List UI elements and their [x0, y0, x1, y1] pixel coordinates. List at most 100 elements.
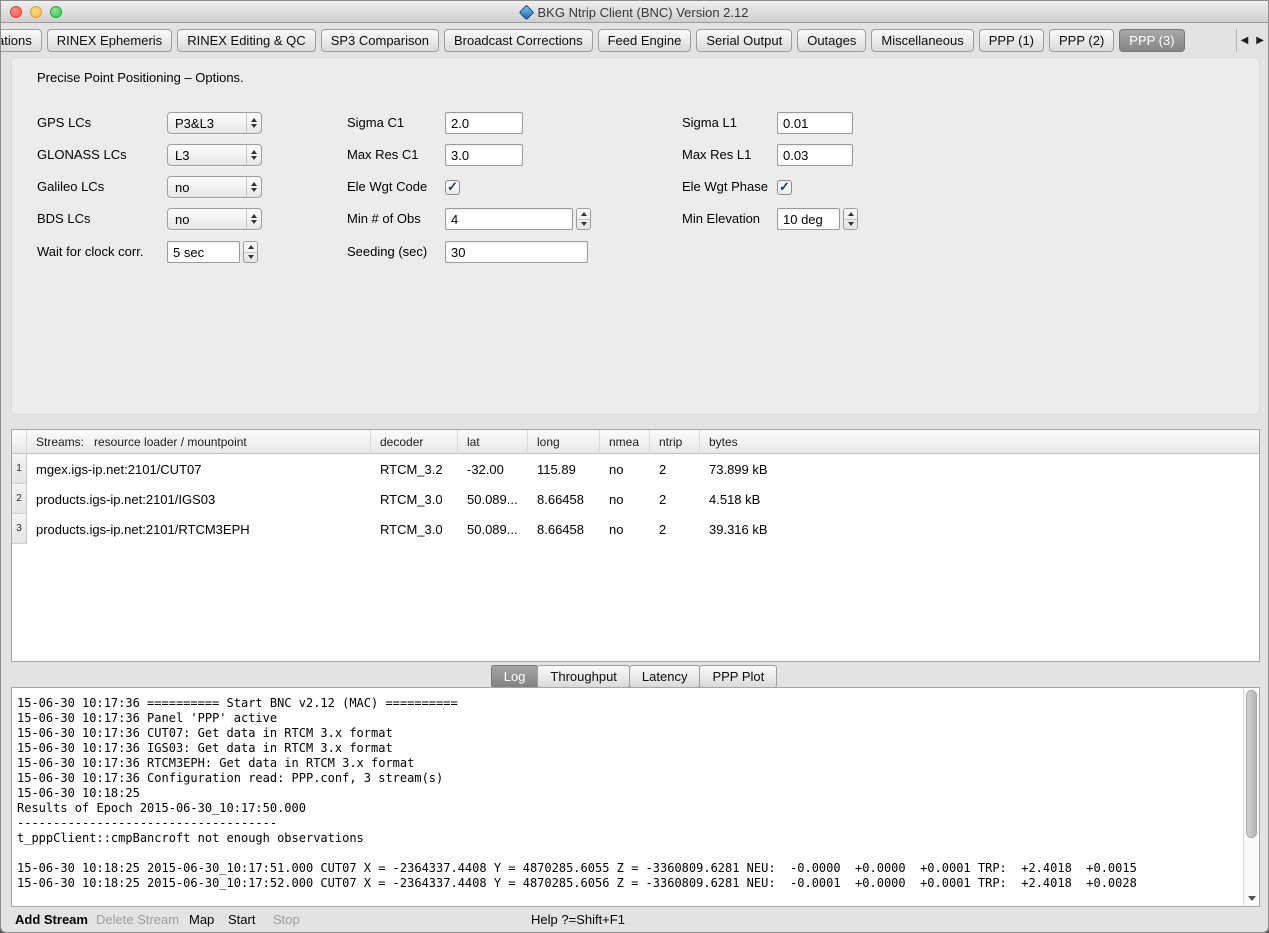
- wait-clock-stepper[interactable]: [243, 241, 258, 263]
- min-elevation-stepper[interactable]: [843, 208, 858, 230]
- max-res-l1-input[interactable]: [777, 144, 853, 166]
- stream-row-2[interactable]: 2 products.igs-ip.net:2101/IGS03 RTCM_3.…: [12, 484, 1259, 514]
- wait-clock-label: Wait for clock corr.: [37, 241, 143, 263]
- min-obs-stepper[interactable]: [576, 208, 591, 230]
- cell-long: 115.89: [528, 454, 600, 484]
- stop-button: Stop: [273, 912, 300, 927]
- cell-mountpoint: products.igs-ip.net:2101/RTCM3EPH: [27, 514, 371, 544]
- bds-lcs-label: BDS LCs: [37, 208, 90, 230]
- cell-long: 8.66458: [528, 514, 600, 544]
- tab-ppp-1[interactable]: PPP (1): [979, 29, 1044, 52]
- glonass-lcs-label: GLONASS LCs: [37, 144, 127, 166]
- spin-down-icon[interactable]: [577, 220, 590, 230]
- tab-log[interactable]: Log: [491, 665, 539, 688]
- spin-up-icon[interactable]: [844, 209, 857, 220]
- ele-wgt-code-checkbox[interactable]: ✓: [445, 180, 460, 195]
- row-number: 1: [12, 454, 27, 484]
- spin-down-icon[interactable]: [244, 253, 257, 263]
- tab-feed-engine[interactable]: Feed Engine: [598, 29, 692, 52]
- gps-lcs-select[interactable]: P3&L3: [167, 112, 262, 134]
- add-stream-button[interactable]: Add Stream: [15, 912, 88, 927]
- log-line: 15-06-30 10:17:36 IGS03: Get data in RTC…: [17, 741, 1239, 756]
- sigma-c1-input[interactable]: [445, 112, 523, 134]
- seeding-input[interactable]: [445, 241, 588, 263]
- log-line: Results of Epoch 2015-06-30_10:17:50.000: [17, 801, 1239, 816]
- output-tab-bar: Log Throughput Latency PPP Plot: [1, 665, 1268, 688]
- tab-ppp-plot[interactable]: PPP Plot: [699, 665, 777, 688]
- tab-rinex-ephemeris[interactable]: RINEX Ephemeris: [47, 29, 172, 52]
- log-line: 15-06-30 10:17:36 Panel 'PPP' active: [17, 711, 1239, 726]
- log-panel: 15-06-30 10:17:36 ========== Start BNC v…: [11, 687, 1260, 907]
- max-res-c1-input[interactable]: [445, 144, 523, 166]
- log-content: 15-06-30 10:17:36 ========== Start BNC v…: [17, 696, 1239, 891]
- min-obs-input[interactable]: [445, 208, 573, 230]
- tab-scroll-left-icon[interactable]: ◀: [1241, 29, 1249, 52]
- stream-row-3[interactable]: 3 products.igs-ip.net:2101/RTCM3EPH RTCM…: [12, 514, 1259, 544]
- min-elevation-label: Min Elevation: [682, 208, 760, 230]
- spin-up-icon[interactable]: [577, 209, 590, 220]
- cell-decoder: RTCM_3.0: [371, 484, 458, 514]
- max-res-c1-label: Max Res C1: [347, 144, 419, 166]
- app-icon: [518, 4, 534, 20]
- log-line: ------------------------------------: [17, 816, 1239, 831]
- window-title-area: BKG Ntrip Client (BNC) Version 2.12: [1, 1, 1268, 23]
- min-obs-label: Min # of Obs: [347, 208, 421, 230]
- map-button[interactable]: Map: [189, 912, 214, 927]
- cell-lat: 50.089...: [458, 484, 528, 514]
- seeding-label: Seeding (sec): [347, 241, 427, 263]
- tab-ppp-3[interactable]: PPP (3): [1119, 29, 1184, 52]
- sigma-c1-label: Sigma C1: [347, 112, 404, 134]
- streams-table: Streams: resource loader / mountpoint de…: [11, 429, 1260, 662]
- cell-nmea: no: [600, 454, 650, 484]
- ele-wgt-phase-label: Ele Wgt Phase: [682, 176, 768, 198]
- ele-wgt-code-label: Ele Wgt Code: [347, 176, 427, 198]
- tab-throughput[interactable]: Throughput: [537, 665, 630, 688]
- title-bar: BKG Ntrip Client (BNC) Version 2.12: [1, 1, 1268, 23]
- tab-scroll-buttons: ◀ ▶: [1236, 29, 1268, 52]
- row-number: 3: [12, 514, 27, 544]
- cell-ntrip: 2: [650, 514, 700, 544]
- tab-rinex-observations[interactable]: ations: [0, 29, 42, 52]
- sigma-l1-label: Sigma L1: [682, 112, 737, 134]
- tab-rinex-editing-qc[interactable]: RINEX Editing & QC: [177, 29, 316, 52]
- tab-bar: ations RINEX Ephemeris RINEX Editing & Q…: [1, 26, 1268, 55]
- tab-serial-output[interactable]: Serial Output: [696, 29, 792, 52]
- tab-miscellaneous[interactable]: Miscellaneous: [871, 29, 973, 52]
- tab-broadcast-corrections[interactable]: Broadcast Corrections: [444, 29, 593, 52]
- bds-lcs-select[interactable]: no: [167, 208, 262, 230]
- start-button[interactable]: Start: [228, 912, 255, 927]
- sigma-l1-input[interactable]: [777, 112, 853, 134]
- log-line: 15-06-30 10:17:36 RTCM3EPH: Get data in …: [17, 756, 1239, 771]
- stream-row-1[interactable]: 1 mgex.igs-ip.net:2101/CUT07 RTCM_3.2 -3…: [12, 454, 1259, 484]
- tab-scroll-right-icon[interactable]: ▶: [1256, 29, 1264, 52]
- spin-up-icon[interactable]: [244, 242, 257, 253]
- cell-decoder: RTCM_3.0: [371, 514, 458, 544]
- log-line: t_pppClient::cmpBancroft not enough obse…: [17, 831, 1239, 846]
- log-line: 15-06-30 10:17:36 Configuration read: PP…: [17, 771, 1239, 786]
- cell-bytes: 73.899 kB: [700, 454, 1259, 484]
- cell-lat: -32.00: [458, 454, 528, 484]
- tab-outages[interactable]: Outages: [797, 29, 866, 52]
- wait-clock-input[interactable]: [167, 241, 240, 263]
- header-decoder: decoder: [371, 430, 458, 453]
- log-scrollbar[interactable]: [1243, 688, 1259, 906]
- ele-wgt-phase-checkbox[interactable]: ✓: [777, 180, 792, 195]
- window-title: BKG Ntrip Client (BNC) Version 2.12: [538, 5, 749, 20]
- spin-down-icon[interactable]: [844, 220, 857, 230]
- cell-nmea: no: [600, 484, 650, 514]
- glonass-lcs-select[interactable]: L3: [167, 144, 262, 166]
- tab-latency[interactable]: Latency: [629, 665, 701, 688]
- tab-sp3-comparison[interactable]: SP3 Comparison: [321, 29, 439, 52]
- tab-ppp-2[interactable]: PPP (2): [1049, 29, 1114, 52]
- log-scrollbar-thumb[interactable]: [1246, 690, 1257, 838]
- scroll-down-icon[interactable]: [1248, 896, 1256, 901]
- bnc-window: BKG Ntrip Client (BNC) Version 2.12 atio…: [0, 0, 1269, 933]
- galileo-lcs-select[interactable]: no: [167, 176, 262, 198]
- combo-arrows-icon: [246, 209, 261, 229]
- min-elevation-input[interactable]: [777, 208, 840, 230]
- header-nmea: nmea: [600, 430, 650, 453]
- cell-ntrip: 2: [650, 454, 700, 484]
- header-long: long: [528, 430, 600, 453]
- header-bytes: bytes: [700, 430, 1259, 453]
- header-ntrip: ntrip: [650, 430, 700, 453]
